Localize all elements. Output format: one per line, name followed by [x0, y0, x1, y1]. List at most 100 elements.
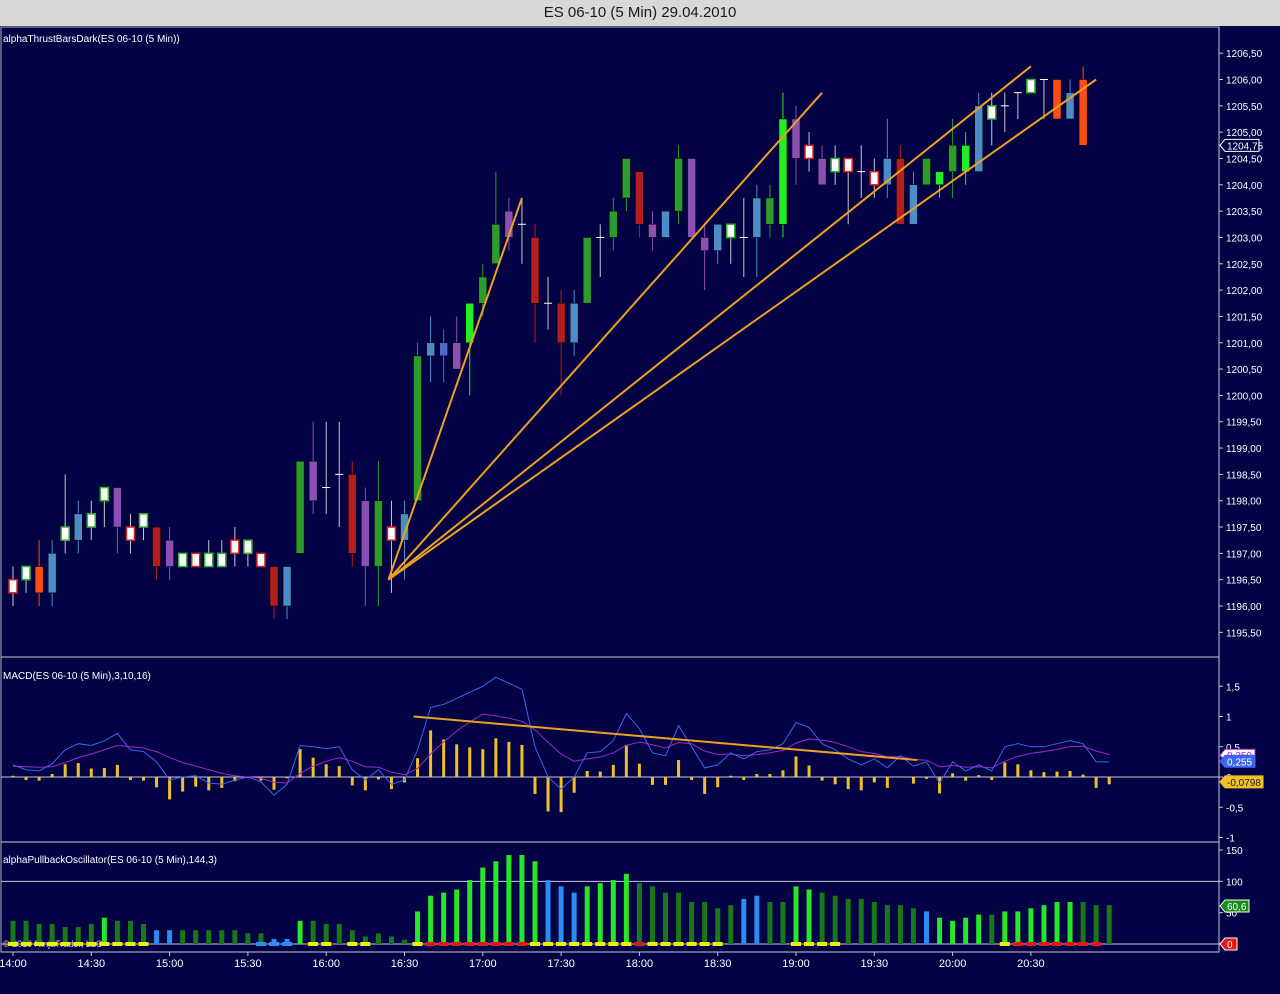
macd-histogram-bar [885, 777, 889, 788]
oscillator-bar [402, 939, 407, 944]
candle-body [295, 460, 305, 554]
oscillator-bar [36, 923, 42, 944]
oscillator-marker [712, 942, 723, 946]
oscillator-bar [467, 880, 473, 944]
candle-body [648, 224, 657, 238]
candle-body [948, 145, 957, 172]
oscillator-bar [871, 902, 877, 944]
oscillator-marker [269, 942, 279, 946]
macd-histogram-bar [181, 777, 185, 792]
macd-histogram-bar [964, 777, 968, 781]
oscillator-bar [989, 914, 995, 944]
oscillator-marker [595, 942, 606, 946]
price-y-tick-label: 1199,00 [1226, 444, 1262, 455]
oscillator-bar [819, 892, 825, 944]
x-tick-label: 20:30 [1017, 958, 1045, 970]
price-y-tick-label: 1201,50 [1226, 312, 1263, 323]
oscillator-marker [34, 942, 45, 946]
candle-body [361, 500, 370, 567]
oscillator-bar [1080, 902, 1086, 944]
candle-body [1052, 79, 1062, 120]
oscillator-bar [858, 898, 864, 944]
oscillator-bar [75, 927, 81, 944]
macd-histogram-bar [24, 777, 28, 781]
candle-body [47, 553, 57, 594]
macd-histogram-bar [337, 766, 341, 777]
macd-histogram-bar [468, 747, 472, 777]
macd-histogram-bar [507, 741, 511, 777]
macd-histogram-bar [846, 777, 850, 790]
oscillator-marker [503, 942, 514, 946]
candle-body [34, 566, 44, 594]
oscillator-marker [673, 942, 684, 946]
candle-body [843, 157, 853, 173]
oscillator-bar [1028, 908, 1034, 944]
oscillator-marker [1038, 942, 1049, 946]
candle-body [230, 539, 240, 555]
candle-body [426, 342, 435, 357]
macd-histogram-bar [729, 775, 733, 777]
price-y-tick-label: 1200,50 [1226, 365, 1263, 376]
oscillator-bar [206, 930, 212, 944]
macd-histogram-bar [1016, 764, 1020, 777]
macd-histogram-bar [624, 744, 628, 777]
macd-histogram-bar [1107, 777, 1111, 785]
macd-histogram-bar [1068, 770, 1072, 777]
oscillator-bar [323, 923, 329, 944]
candle-body [413, 355, 422, 501]
oscillator-marker [516, 942, 527, 946]
macd-histogram-bar [76, 763, 80, 777]
x-tick-label: 19:30 [861, 958, 889, 970]
candle-body [635, 171, 644, 225]
price-y-tick-label: 1201,00 [1226, 339, 1263, 350]
macd-histogram-bar [872, 777, 876, 783]
candle-body [21, 565, 31, 581]
macd-histogram-bar [285, 777, 289, 779]
oscillator-bar [297, 920, 303, 944]
macd-histogram-bar [376, 777, 380, 780]
price-panel-label: alphaThrustBarsDark(ES 06-10 (5 Min)) [3, 34, 180, 45]
macd-y-tick-label: -0,5 [1226, 803, 1244, 814]
x-tick-label: 15:00 [156, 958, 184, 970]
oscillator-bar [884, 905, 890, 944]
price-y-tick-label: 1206,50 [1226, 49, 1263, 60]
macd-histogram-bar [794, 756, 798, 777]
oscillator-bar [715, 908, 721, 944]
macd-histogram-bar [951, 773, 955, 777]
chart-window: ES 06-10 (5 Min) 29.04.2010 alphaThrustB… [0, 0, 1280, 994]
price-y-tick-label: 1205,50 [1226, 102, 1263, 113]
candle-body [1026, 78, 1036, 94]
candle-body [609, 210, 618, 238]
price-y-tick-label: 1203,50 [1226, 207, 1263, 218]
oscillator-bar [754, 895, 760, 944]
macd-histogram-bar [1055, 771, 1059, 777]
oscillator-marker [1091, 942, 1102, 946]
candle-body [125, 526, 136, 541]
oscillator-bar [1054, 902, 1060, 944]
macd-histogram-bar [807, 765, 811, 777]
oscillator-marker [582, 942, 593, 946]
oscillator-bar [545, 880, 551, 944]
candle-body [138, 513, 149, 528]
oscillator-bar [649, 886, 655, 944]
macd-histogram-bar [272, 777, 276, 790]
candle-body [687, 158, 696, 238]
oscillator-bar [336, 923, 342, 944]
oscillator-bar [976, 914, 982, 944]
oscillator-bar [388, 936, 394, 944]
last-price-tag: 1204,75 [1219, 138, 1264, 152]
candle-body [86, 513, 97, 528]
oscillator-bar [767, 902, 773, 944]
oscillator-bar [741, 898, 747, 944]
oscillator-bar [897, 905, 903, 944]
candle-body [152, 526, 161, 567]
oscillator-marker [1025, 942, 1036, 946]
oscillator-bar [245, 933, 251, 944]
oscillator-marker [451, 942, 462, 946]
candle-body [60, 526, 70, 541]
oscillator-bar [1106, 905, 1112, 944]
macd-histogram-bar [37, 777, 41, 781]
candle-body [74, 513, 83, 541]
oscillator-bar [375, 933, 381, 944]
oscillator-marker [477, 942, 488, 946]
